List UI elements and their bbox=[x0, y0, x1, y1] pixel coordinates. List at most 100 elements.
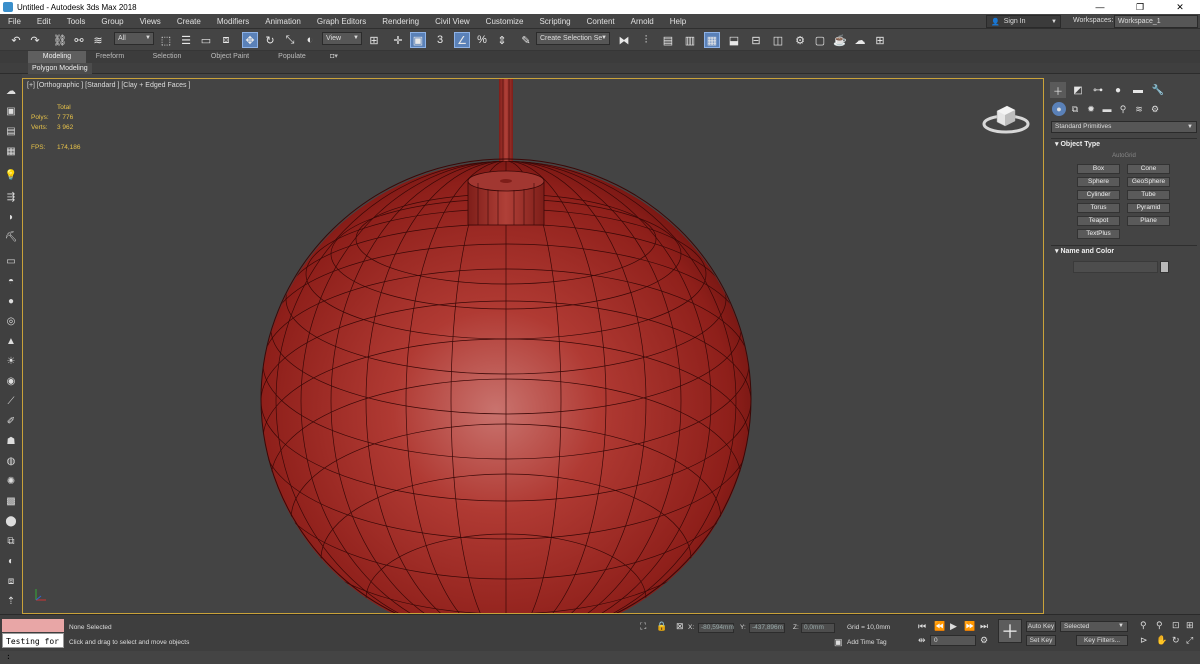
toggle-ribbon-icon[interactable]: ▦ bbox=[704, 32, 720, 48]
brush-icon[interactable]: ✐ bbox=[3, 414, 19, 428]
curve-editor-icon[interactable]: ⬓ bbox=[726, 32, 742, 48]
menu-arnold[interactable]: Arnold bbox=[623, 17, 662, 26]
render-setup-icon[interactable]: ⚙ bbox=[792, 32, 808, 48]
viewcube-icon[interactable] bbox=[981, 97, 1031, 137]
sphere-lamp-model[interactable] bbox=[23, 79, 1044, 614]
render-icon[interactable]: ◐ bbox=[3, 554, 19, 568]
autogrid-checkbox[interactable]: AutoGrid bbox=[1051, 153, 1197, 159]
sphere-button[interactable]: Sphere bbox=[1077, 177, 1120, 187]
geosphere-button[interactable]: GeoSphere bbox=[1127, 177, 1170, 187]
material-editor-icon[interactable]: ◫ bbox=[770, 32, 786, 48]
object-color-swatch[interactable] bbox=[1160, 261, 1169, 273]
cameras-icon[interactable]: ▬ bbox=[1100, 102, 1114, 116]
play-icon[interactable]: ▶ bbox=[950, 621, 957, 632]
bulb-icon[interactable]: ✺ bbox=[3, 474, 19, 488]
maximize-viewport-icon[interactable]: ⤢ bbox=[1186, 635, 1193, 646]
plane-button[interactable]: Plane bbox=[1127, 216, 1170, 226]
restore-button[interactable]: ❐ bbox=[1120, 0, 1160, 14]
menu-civil-view[interactable]: Civil View bbox=[427, 17, 478, 26]
space-warps-icon[interactable]: ≋ bbox=[1132, 102, 1146, 116]
selection-filter-dropdown[interactable]: All ▼ bbox=[114, 32, 154, 45]
layers-icon[interactable]: ⧉ bbox=[3, 534, 19, 548]
menu-file[interactable]: File bbox=[0, 17, 29, 26]
maxscript-mini-listener[interactable]: Testing for : bbox=[2, 633, 64, 661]
snap-toggle-icon[interactable]: 3 bbox=[432, 32, 448, 48]
key-selection-dropdown[interactable]: Selected ▼ bbox=[1060, 621, 1128, 632]
layer-explorer-icon[interactable]: ▥ bbox=[682, 32, 698, 48]
menu-tools[interactable]: Tools bbox=[59, 17, 94, 26]
tab-selection[interactable]: Selection bbox=[140, 51, 194, 63]
primitive-category-dropdown[interactable]: Standard Primitives ▼ bbox=[1051, 121, 1197, 133]
manipulate-icon[interactable]: ✛ bbox=[390, 32, 406, 48]
workspace-select[interactable]: Workspace_1 bbox=[1114, 15, 1198, 28]
menu-group[interactable]: Group bbox=[93, 17, 131, 26]
spinner-snap-icon[interactable]: ⇕ bbox=[494, 32, 510, 48]
time-configuration-icon[interactable]: ⚙ bbox=[980, 635, 988, 646]
ruler-icon[interactable]: ⟋ bbox=[3, 394, 19, 408]
geometry-icon[interactable]: ● bbox=[1052, 102, 1066, 116]
plane-icon[interactable]: ▭ bbox=[3, 254, 19, 268]
motion-tab-icon[interactable]: ● bbox=[1110, 82, 1126, 98]
select-scale-icon[interactable]: ⤡ bbox=[282, 32, 298, 48]
window-crossing-icon[interactable]: ⧈ bbox=[218, 32, 234, 48]
arrow-icon[interactable]: ⇡ bbox=[3, 594, 19, 608]
sphere-light-icon[interactable]: ● bbox=[3, 294, 19, 308]
tube-button[interactable]: Tube bbox=[1127, 190, 1170, 200]
tab-freeform[interactable]: Freeform bbox=[86, 51, 134, 63]
menu-edit[interactable]: Edit bbox=[29, 17, 59, 26]
next-frame-icon[interactable]: ⏩ bbox=[964, 621, 975, 632]
menu-create[interactable]: Create bbox=[169, 17, 209, 26]
create-icon[interactable]: ☁ bbox=[3, 84, 19, 98]
set-key-button[interactable]: Set Key bbox=[1026, 635, 1056, 646]
scene-explorer-icon[interactable]: ▤ bbox=[660, 32, 676, 48]
modify-icon[interactable]: ▣ bbox=[3, 104, 19, 118]
hierarchy-icon[interactable]: ▤ bbox=[3, 124, 19, 138]
close-button[interactable]: ✕ bbox=[1160, 0, 1200, 14]
menu-views[interactable]: Views bbox=[132, 17, 169, 26]
menu-graph-editors[interactable]: Graph Editors bbox=[309, 17, 374, 26]
helpers-icon[interactable]: ⚲ bbox=[1116, 102, 1130, 116]
hierarchy-tab-icon[interactable]: ⊶ bbox=[1090, 82, 1106, 98]
edit-named-selection-icon[interactable]: ✎ bbox=[518, 32, 534, 48]
x-coordinate-field[interactable]: -80,594mm bbox=[698, 623, 734, 633]
maxscript-listener-output[interactable] bbox=[2, 619, 64, 632]
named-selection-set-dropdown[interactable]: Create Selection Se ▼ bbox=[536, 32, 610, 45]
current-frame-field[interactable]: 0 bbox=[930, 635, 976, 646]
tab-populate[interactable]: Populate bbox=[268, 51, 316, 63]
menu-content[interactable]: Content bbox=[579, 17, 623, 26]
key-filters-button[interactable]: Key Filters... bbox=[1076, 635, 1128, 646]
go-to-end-icon[interactable]: ⏭ bbox=[980, 621, 988, 632]
angle-snap-icon[interactable]: ∠ bbox=[454, 32, 470, 48]
placement-icon[interactable]: ◐ bbox=[302, 32, 318, 48]
hemisphere-icon[interactable]: ◓ bbox=[3, 274, 19, 288]
ribbon-options-icon[interactable]: ◘▾ bbox=[324, 51, 344, 63]
lights-icon[interactable]: ✹ bbox=[1084, 102, 1098, 116]
pivot-center-icon[interactable]: ⊞ bbox=[366, 32, 382, 48]
object-name-field[interactable] bbox=[1073, 261, 1158, 273]
shapes-icon[interactable]: ⧉ bbox=[1068, 102, 1082, 116]
cone-button[interactable]: Cone bbox=[1127, 164, 1170, 174]
y-coordinate-field[interactable]: -437,896m bbox=[749, 623, 785, 633]
pyramid-button[interactable]: Pyramid bbox=[1127, 203, 1170, 213]
textplus-button[interactable]: TextPlus bbox=[1077, 229, 1120, 239]
open-a360-gallery-icon[interactable]: ⊞ bbox=[872, 32, 888, 48]
redo-icon[interactable]: ↷ bbox=[27, 32, 43, 48]
undo-icon[interactable]: ↶ bbox=[8, 32, 24, 48]
previous-frame-icon[interactable]: ⏪ bbox=[934, 621, 945, 632]
orbit-view-icon[interactable]: ↻ bbox=[1172, 635, 1180, 646]
orbit-icon[interactable]: ◗ bbox=[3, 210, 19, 224]
lens-icon[interactable]: ◎ bbox=[3, 314, 19, 328]
light-icon[interactable]: 💡 bbox=[3, 168, 19, 182]
ball-icon[interactable]: ⬤ bbox=[3, 514, 19, 528]
walk-icon[interactable]: ⇶ bbox=[3, 190, 19, 204]
percent-snap-icon[interactable]: % bbox=[474, 32, 490, 48]
utilities-tab-icon[interactable]: 🔧 bbox=[1150, 82, 1166, 98]
link-icon[interactable]: ⛓ bbox=[52, 32, 68, 48]
menu-scripting[interactable]: Scripting bbox=[531, 17, 578, 26]
absolute-mode-icon[interactable]: ⊠ bbox=[676, 621, 684, 632]
camera-icon[interactable]: ⛏ bbox=[3, 230, 19, 244]
bind-spacewarp-icon[interactable]: ≋ bbox=[90, 32, 106, 48]
display-tab-icon[interactable]: ▬ bbox=[1130, 82, 1146, 98]
render-cloud-icon[interactable]: ☁ bbox=[852, 32, 868, 48]
auto-key-button[interactable]: Auto Key bbox=[1026, 621, 1056, 632]
